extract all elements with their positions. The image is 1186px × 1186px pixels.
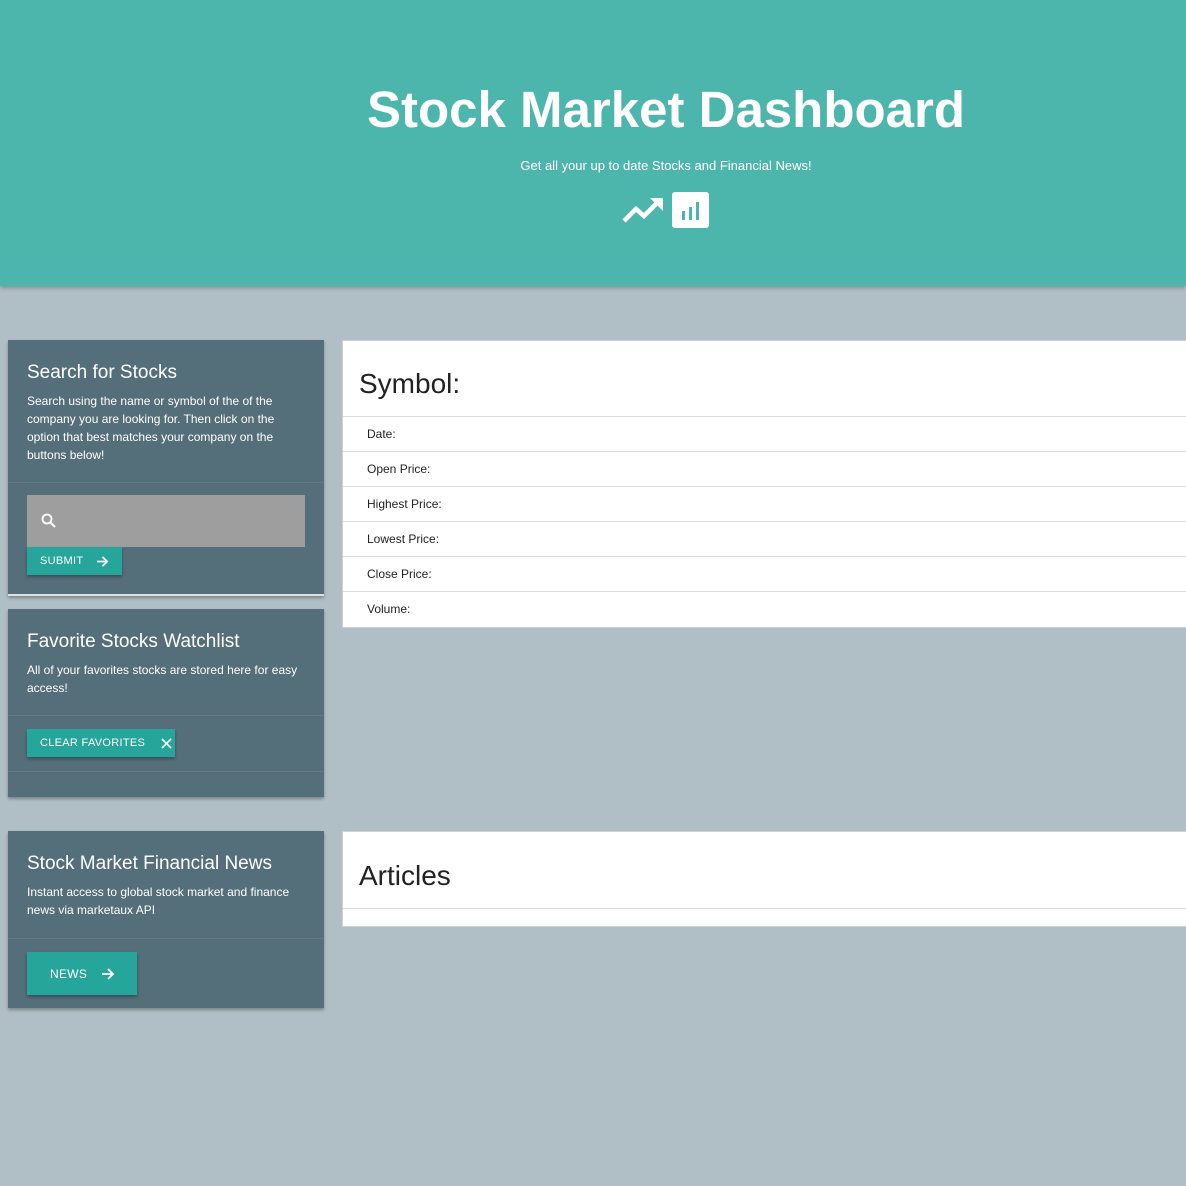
favorites-card-title: Favorite Stocks Watchlist [27,631,240,652]
page-title: Stock Market Dashboard [366,81,965,138]
stock-row-volume: Volume: [343,591,1186,626]
news-button[interactable]: NEWS [27,952,137,995]
stock-data-list: Date: Open Price: Highest Price: Lowest … [343,416,1186,626]
stock-row-highest-price: Highest Price: [343,486,1186,521]
page-subtitle: Get all your up to date Stocks and Finan… [520,158,812,173]
search-icon [41,513,56,528]
stock-panel-header: Symbol: [343,341,1186,416]
favorites-card: Favorite Stocks Watchlist All of your fa… [8,609,324,797]
trending-up-icon [622,198,663,223]
submit-button[interactable]: SUBMIT [27,547,122,575]
news-card-description: Instant access to global stock market an… [27,885,290,917]
search-card-content: Search for Stocks Search using the name … [8,340,324,483]
articles-panel: Articles [342,831,1186,927]
favorites-card-action: CLEAR FAVORITES [8,716,324,772]
stock-row-lowest-price: Lowest Price: [343,521,1186,556]
news-card-action: NEWS [8,939,324,1008]
arrow-right-icon [102,967,115,980]
search-card-action: SUBMIT [8,483,324,593]
search-card-description: Search using the name or symbol of the o… [27,394,275,462]
stock-row-date: Date: [343,416,1186,451]
clear-favorites-button[interactable]: CLEAR FAVORITES [27,729,175,757]
submit-button-label: SUBMIT [40,555,84,567]
stock-data-panel: Symbol: Date: Open Price: Highest Price:… [342,340,1186,628]
articles-heading: Articles [359,860,451,891]
search-field[interactable] [27,495,305,549]
stock-row-close-price: Close Price: [343,556,1186,591]
search-card-title: Search for Stocks [27,362,177,383]
page-header: Stock Market Dashboard Get all your up t… [0,0,1186,286]
stock-row-open-price: Open Price: [343,451,1186,486]
arrow-right-icon [97,555,109,567]
bar-chart-icon [672,192,709,228]
favorites-card-content: Favorite Stocks Watchlist All of your fa… [8,609,324,716]
news-card: Stock Market Financial News Instant acce… [8,831,324,1008]
search-card: Search for Stocks Search using the name … [8,340,324,596]
clear-favorites-button-label: CLEAR FAVORITES [40,737,146,749]
search-input[interactable] [67,495,301,549]
news-button-label: NEWS [50,966,88,981]
articles-panel-header: Articles [343,832,1186,909]
news-card-title: Stock Market Financial News [27,853,272,874]
stock-symbol-heading: Symbol: [359,368,461,399]
news-card-content: Stock Market Financial News Instant acce… [8,831,324,939]
favorites-card-description: All of your favorites stocks are stored … [27,663,298,695]
close-icon [161,737,172,749]
